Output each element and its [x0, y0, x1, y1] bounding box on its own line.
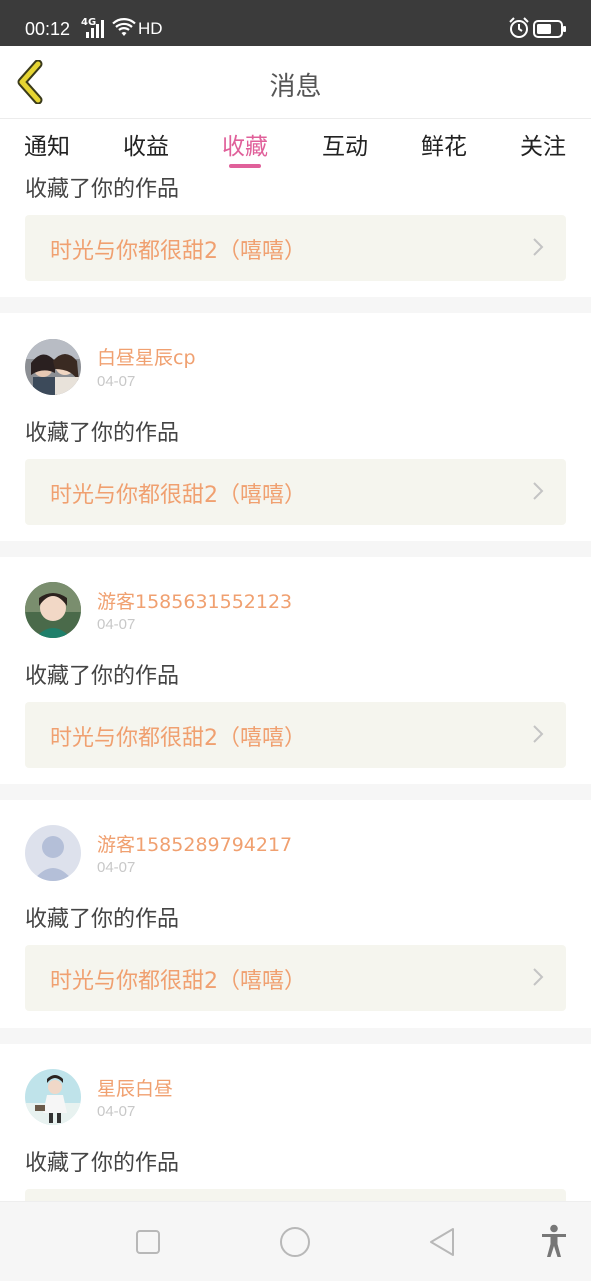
page-title: 消息: [269, 72, 322, 102]
hd-indicator: HD: [138, 19, 163, 38]
status-time: 00:12: [25, 19, 71, 39]
avatar[interactable]: [25, 339, 81, 395]
network-type: 4G: [81, 17, 97, 28]
list-item: 游客1585289794217 04-07 收藏了你的作品 时光与你都很甜2（嘻…: [0, 800, 591, 1028]
work-link[interactable]: 时光与你都很甜2（嘻嘻）: [25, 702, 566, 768]
avatar[interactable]: [25, 825, 81, 881]
action-text: 收藏了你的作品: [25, 1151, 180, 1176]
list-item: 游客1585631552123 04-07 收藏了你的作品 时光与你都很甜2（嘻…: [0, 557, 591, 784]
chevron-right-icon: [533, 482, 544, 500]
chevron-right-icon: [533, 238, 544, 256]
wifi-icon: [112, 18, 136, 36]
date: 04-07: [97, 1103, 136, 1120]
divider: [0, 541, 591, 557]
work-link[interactable]: 时光与你都很甜2（嘻嘻）: [25, 459, 566, 525]
tab-flowers[interactable]: 鲜花: [421, 127, 467, 161]
active-tab-indicator: [229, 164, 261, 168]
action-text: 收藏了你的作品: [25, 664, 180, 689]
avatar[interactable]: [25, 582, 81, 638]
tab-notifications[interactable]: 通知: [24, 127, 70, 161]
work-link[interactable]: 时光与你都很甜2（嘻嘻）: [25, 215, 566, 281]
square-recents-icon[interactable]: [135, 1229, 161, 1255]
divider: [0, 784, 591, 800]
status-bar: 00:12 4G HD: [0, 0, 591, 46]
user-name[interactable]: 星辰白昼: [97, 1074, 173, 1101]
tab-follows[interactable]: 关注: [520, 127, 566, 161]
work-title: 时光与你都很甜2（嘻嘻）: [50, 239, 306, 264]
tab-earnings[interactable]: 收益: [123, 127, 169, 161]
divider: [0, 297, 591, 313]
divider: [0, 1028, 591, 1044]
alarm-icon: [509, 17, 529, 38]
user-name[interactable]: 白昼星辰cp: [97, 343, 196, 370]
favorites-list[interactable]: 收藏了你的作品 时光与你都很甜2（嘻嘻） 白昼星辰cp 04-07 收藏了你的作: [0, 169, 591, 1201]
avatar[interactable]: [25, 1069, 81, 1125]
work-title: 时光与你都很甜2（嘻嘻）: [50, 726, 306, 751]
system-nav-bar: [0, 1201, 591, 1281]
work-link[interactable]: [25, 1189, 566, 1201]
battery-icon: [533, 20, 566, 38]
tab-interactions[interactable]: 互动: [322, 127, 368, 161]
date: 04-07: [97, 373, 136, 390]
action-text: 收藏了你的作品: [25, 421, 180, 446]
accessibility-icon[interactable]: [540, 1224, 568, 1258]
work-title: 时光与你都很甜2（嘻嘻）: [50, 969, 306, 994]
list-item: 白昼星辰cp 04-07 收藏了你的作品 时光与你都很甜2（嘻嘻）: [0, 313, 591, 541]
user-name[interactable]: 游客1585631552123: [97, 587, 292, 614]
date: 04-07: [97, 859, 136, 876]
user-name[interactable]: 游客1585289794217: [97, 830, 292, 857]
list-item: 收藏了你的作品 时光与你都很甜2（嘻嘻）: [0, 169, 591, 297]
list-item: 星辰白昼 04-07 收藏了你的作品: [0, 1044, 591, 1201]
circle-home-icon[interactable]: [279, 1226, 311, 1258]
top-app-bar: 消息: [0, 46, 591, 119]
chevron-right-icon: [533, 725, 544, 743]
tab-favorites[interactable]: 收藏: [222, 127, 268, 161]
action-text: 收藏了你的作品: [25, 177, 180, 202]
tab-bar: 通知 收益 收藏 互动 鲜花 关注: [0, 119, 591, 169]
work-link[interactable]: 时光与你都很甜2（嘻嘻）: [25, 945, 566, 1011]
chevron-right-icon: [533, 968, 544, 986]
action-text: 收藏了你的作品: [25, 907, 180, 932]
triangle-back-icon[interactable]: [428, 1227, 456, 1257]
date: 04-07: [97, 616, 136, 633]
work-title: 时光与你都很甜2（嘻嘻）: [50, 483, 306, 508]
